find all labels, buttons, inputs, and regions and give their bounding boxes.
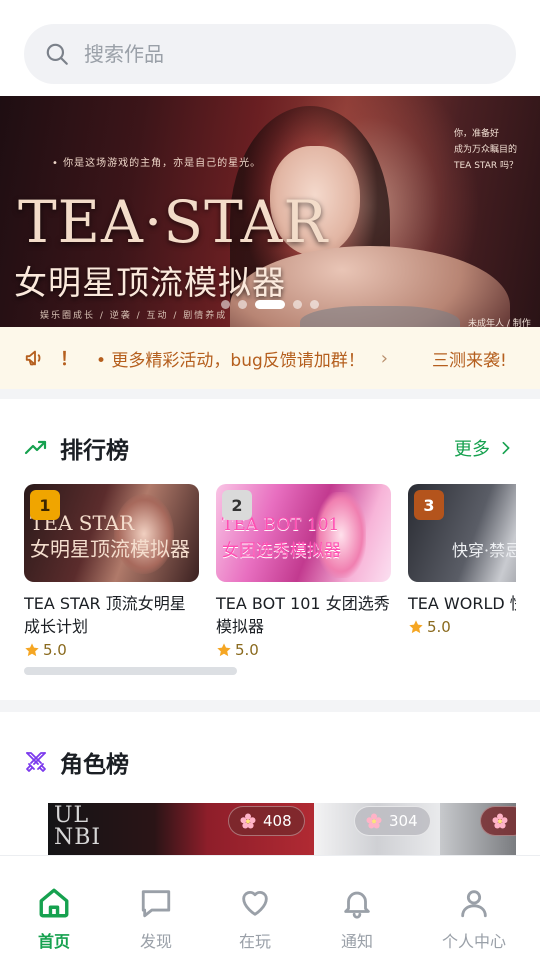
carousel-dot[interactable]	[238, 300, 247, 309]
banner-corner-badge: 未成年人 / 制作	[468, 319, 531, 327]
ranking-more-link[interactable]: 更多	[454, 435, 514, 461]
horizontal-scrollbar[interactable]	[24, 667, 237, 675]
tab-notifications[interactable]: 通知	[303, 856, 411, 960]
rating-value: 5.0	[427, 618, 451, 636]
search-input[interactable]	[84, 42, 464, 66]
carousel-dot-active[interactable]	[255, 300, 285, 309]
chevron-right-icon	[502, 441, 510, 455]
star-icon	[25, 643, 39, 657]
tab-home[interactable]: 首页	[0, 856, 108, 960]
heart-icon	[242, 891, 268, 916]
banner-subline: 娱乐圈成长 / 逆袭 / 互动 / 剧情养成	[40, 311, 228, 321]
star-icon	[217, 643, 231, 657]
role-card-text: UL NBI	[54, 803, 102, 850]
ranking-card[interactable]: TEA BOT 101 女团选秀模拟器 2 TEA BOT 101 女团选秀模拟…	[216, 484, 391, 659]
search-icon	[46, 43, 68, 65]
carousel-dot[interactable]	[310, 300, 319, 309]
ranking-carousel[interactable]: TEA STAR 女明星顶流模拟器 1 TEA STAR 顶流女明星成长计划 5…	[24, 484, 516, 674]
tab-label: 首页	[37, 932, 70, 951]
tab-playing[interactable]: 在玩	[201, 856, 309, 960]
banner-corner-line: 你，准备好	[454, 129, 500, 139]
chat-bubble-icon	[141, 890, 171, 918]
role-ranking-title: 角色榜	[60, 752, 129, 778]
banner-corner-text: 你，准备好 成为万众瞩目的 TEA STAR 吗？	[454, 126, 518, 174]
popularity-value: 408	[263, 812, 292, 830]
popularity-badge: 408	[228, 806, 305, 836]
tab-label: 在玩	[238, 932, 271, 951]
flower-icon	[240, 813, 256, 829]
section-divider	[0, 700, 540, 712]
ranking-section: 排行榜 更多 TEA STAR 女明星顶流模拟器 1 TEA STAR 顶流女明…	[0, 399, 540, 700]
ranking-card-rating: 5.0	[24, 641, 199, 659]
flower-icon	[492, 813, 508, 829]
ranking-card[interactable]: 快穿·禁忌 3 TEA WORLD 快穿禁忌攻略 5.0	[408, 484, 516, 636]
more-label: 更多	[454, 439, 490, 460]
notice-bar[interactable]: ！ • 更多精彩活动，bug反馈请加群！ › 三测来袭!	[0, 327, 540, 389]
tab-discover[interactable]: 发现	[102, 856, 210, 960]
search-bar[interactable]	[24, 24, 516, 84]
banner-carousel[interactable]: • 你是这场游戏的主角，亦是自己的星光。 TEA·STAR 女明星顶流模拟器 娱…	[0, 96, 540, 327]
user-icon	[461, 890, 487, 918]
bottom-tab-bar: 首页 发现 在玩 通知 个人中心	[0, 855, 540, 960]
rating-value: 5.0	[43, 641, 67, 659]
role-ranking-header: 角色榜	[24, 742, 129, 782]
tab-label: 发现	[139, 932, 172, 951]
role-carousel[interactable]: UL NBI 408 304	[48, 803, 516, 855]
banner-title-cn: 女明星顶流模拟器	[14, 263, 286, 302]
home-icon	[39, 888, 69, 918]
ranking-card-rating: 5.0	[216, 641, 391, 659]
tab-profile[interactable]: 个人中心	[420, 856, 528, 960]
ranking-card-name[interactable]: TEA STAR 顶流女明星成长计划	[24, 592, 199, 638]
trending-up-icon	[24, 440, 47, 455]
role-ranking-section: 角色榜 UL NBI 408 304	[0, 712, 540, 855]
popularity-badge	[480, 806, 516, 836]
tab-label: 个人中心	[441, 932, 506, 951]
rank-badge: 1	[30, 490, 60, 520]
tab-label: 通知	[340, 932, 373, 951]
search-area	[0, 0, 540, 96]
cover-title: 快穿·禁忌	[452, 541, 516, 560]
ranking-card-name[interactable]: TEA WORLD 快穿禁忌攻略	[408, 592, 516, 615]
section-divider	[0, 389, 540, 399]
notice-next-message: 三测来袭!	[432, 350, 507, 371]
star-icon	[409, 620, 423, 634]
ranking-title: 排行榜	[60, 438, 129, 464]
banner-corner-line: 成为万众瞩目的	[454, 145, 518, 155]
banner-corner-line: TEA STAR 吗？	[454, 161, 518, 171]
carousel-dot[interactable]	[293, 300, 302, 309]
megaphone-icon	[25, 350, 41, 366]
banner-figure-dress	[300, 306, 460, 327]
ranking-card-rating: 5.0	[408, 618, 516, 636]
carousel-indicator	[0, 300, 540, 309]
flower-icon	[366, 813, 382, 829]
ranking-card-cover[interactable]: TEA BOT 101 女团选秀模拟器 2	[216, 484, 391, 582]
ranking-card-name[interactable]: TEA BOT 101 女团选秀模拟器	[216, 592, 391, 638]
notice-exclamation: ！	[60, 349, 78, 370]
popularity-badge: 304	[354, 806, 431, 836]
chevron-right-icon: ›	[380, 347, 388, 369]
popularity-value: 304	[389, 812, 418, 830]
banner-tagline: • 你是这场游戏的主角，亦是自己的星光。	[52, 158, 262, 169]
rank-badge: 2	[222, 490, 252, 520]
notice-message: • 更多精彩活动，bug反馈请加群！	[96, 350, 365, 371]
banner-title-en: TEA·STAR	[18, 188, 329, 256]
ranking-card-cover[interactable]: TEA STAR 女明星顶流模拟器 1	[24, 484, 199, 582]
bell-icon	[344, 891, 370, 919]
ranking-card[interactable]: TEA STAR 女明星顶流模拟器 1 TEA STAR 顶流女明星成长计划 5…	[24, 484, 199, 659]
carousel-dot[interactable]	[221, 300, 230, 309]
ranking-card-cover[interactable]: 快穿·禁忌 3	[408, 484, 516, 582]
rating-value: 5.0	[235, 641, 259, 659]
ranking-header: 排行榜	[24, 428, 129, 468]
rank-badge: 3	[414, 490, 444, 520]
crossed-swords-icon	[26, 752, 46, 772]
